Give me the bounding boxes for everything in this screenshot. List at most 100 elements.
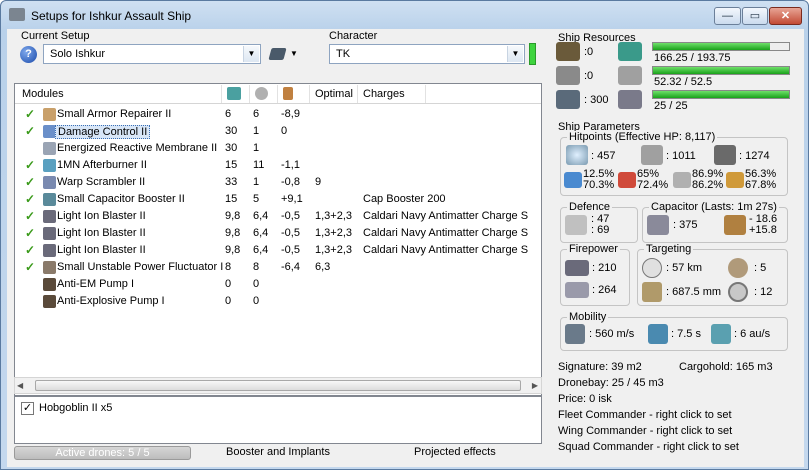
module-checkbox[interactable]: ✓	[25, 243, 35, 257]
sensor-strength-icon	[728, 282, 748, 302]
header-charges[interactable]: Charges	[363, 88, 405, 100]
scroll-right-icon[interactable]: ▶	[532, 381, 538, 390]
armor-icon	[641, 145, 663, 165]
drone-checkbox[interactable]: ✓	[21, 402, 34, 415]
module-name: Light Ion Blaster II	[57, 210, 146, 222]
maximize-button[interactable]: ▭	[742, 7, 768, 25]
module-row[interactable]: Energized Reactive Membrane II 30 1	[15, 140, 541, 157]
module-row[interactable]: ✓ Warp Scrambler II 33 1 -0,8 9	[15, 174, 541, 191]
turret-dps-icon	[565, 260, 589, 276]
module-row[interactable]: Anti-Explosive Pump I 0 0	[15, 293, 541, 310]
module-cpu: 0	[225, 295, 232, 307]
module-icon	[43, 108, 56, 121]
module-row[interactable]: ✓ Light Ion Blaster II 9,8 6,4 -0,5 1,3+2,3 Ca…	[15, 242, 541, 259]
volley-icon	[565, 282, 589, 298]
module-checkbox[interactable]: ✓	[25, 175, 35, 189]
module-checkbox[interactable]: ✓	[25, 192, 35, 206]
module-checkbox[interactable]: ✓	[25, 158, 35, 172]
module-name: Light Ion Blaster II	[57, 227, 146, 239]
window-title: Setups for Ishkur Assault Ship	[31, 9, 192, 23]
drone-item[interactable]: Hobgoblin II x5	[39, 402, 112, 414]
module-checkbox[interactable]: ✓	[25, 124, 35, 138]
explosive-resist: 56.3% 67.8%	[745, 169, 776, 191]
help-icon[interactable]: ?	[20, 46, 37, 63]
close-button[interactable]: ✕	[769, 7, 802, 25]
thermal-armor-resist: 72.4%	[637, 179, 669, 191]
module-checkbox[interactable]: ✓	[25, 209, 35, 223]
module-icon	[43, 295, 56, 308]
boosters-implants-tab[interactable]: Booster and Implants	[226, 446, 330, 458]
minimize-button[interactable]: —	[714, 7, 741, 25]
module-checkbox[interactable]: ✓	[25, 226, 35, 240]
header-optimal[interactable]: Optimal	[315, 88, 353, 100]
hitpoints-group: Hitpoints (Effective HP: 8,117) : 457 : …	[560, 131, 788, 196]
cpu-bar	[652, 42, 790, 51]
module-powergrid: 1	[253, 125, 260, 137]
kinetic-resist-icon	[673, 172, 691, 188]
squad-commander[interactable]: Squad Commander - right click to set	[558, 441, 739, 453]
character-select-value: TK	[336, 48, 351, 60]
targeting-title: Targeting	[644, 243, 694, 255]
armor-hp: : 1011	[666, 150, 696, 162]
em-resist: 12.5% 70.3%	[583, 169, 614, 191]
module-row[interactable]: ✓ Damage Control II 30 1 0	[15, 123, 541, 140]
defence-group: Defence : 47: 69	[560, 201, 638, 243]
module-powergrid: 0	[253, 278, 260, 290]
module-row[interactable]: Anti-EM Pump I 0 0	[15, 276, 541, 293]
modules-header: Modules Optimal Charges	[15, 84, 541, 104]
capacitor-delta: - 18.6 +15.8	[749, 214, 777, 236]
character-label: Character	[329, 30, 378, 42]
setup-tools-button[interactable]: ▼	[268, 46, 301, 63]
projected-effects-tab[interactable]: Projected effects	[414, 446, 496, 458]
module-capacitor: -0,5	[281, 210, 300, 222]
capacitor-recharge: +15.8	[749, 224, 777, 236]
module-row[interactable]: ✓ Small Unstable Power Fluctuator I 8 8 -6,4…	[15, 259, 541, 276]
character-select[interactable]: TK ▼	[329, 44, 525, 64]
client-area: Current Setup ? Solo Ishkur ▼ ▼ Characte…	[7, 29, 804, 467]
module-row[interactable]: ✓ Small Armor Repairer II 6 6 -8,9	[15, 106, 541, 123]
scroll-thumb[interactable]	[35, 380, 521, 391]
module-row[interactable]: ✓ Small Capacitor Booster II 15 5 +9,1 Cap Bo…	[15, 191, 541, 208]
max-targets: : 5	[754, 262, 767, 274]
module-cpu: 9,8	[225, 244, 241, 256]
thermal-resist: 65% 72.4%	[637, 169, 668, 191]
kinetic-armor-resist: 86.2%	[692, 179, 724, 191]
module-row[interactable]: ✓ Light Ion Blaster II 9,8 6,4 -0,5 1,3+2,3 Ca…	[15, 225, 541, 242]
module-icon	[43, 159, 56, 172]
horizontal-scrollbar[interactable]: ◀ ▶	[14, 377, 542, 394]
scroll-left-icon[interactable]: ◀	[17, 381, 23, 390]
module-name: Warp Scrambler II	[57, 176, 146, 188]
wing-commander[interactable]: Wing Commander - right click to set	[558, 425, 732, 437]
module-cpu: 8	[225, 261, 232, 273]
setup-select[interactable]: Solo Ishkur ▼	[43, 44, 261, 64]
module-powergrid: 5	[253, 193, 260, 205]
active-drones-bar: Active drones: 5 / 5	[14, 446, 191, 460]
volley-damage: : 264	[592, 284, 617, 296]
module-checkbox[interactable]: ✓	[25, 260, 35, 274]
header-modules[interactable]: Modules	[22, 88, 64, 100]
hull-hp: : 1274	[739, 150, 770, 162]
module-icon	[43, 142, 56, 155]
defence-value-2: : 69	[591, 224, 610, 236]
module-checkbox[interactable]: ✓	[25, 107, 35, 121]
module-capacitor: -0,5	[281, 244, 300, 256]
max-velocity: : 560 m/s	[589, 328, 635, 340]
module-name: Damage Control II	[55, 125, 151, 139]
module-name: Energized Reactive Membrane II	[57, 142, 218, 154]
module-cpu: 15	[225, 159, 238, 171]
firepower-group: Firepower : 210 : 264	[560, 243, 630, 306]
scan-resolution: : 687.5 mm	[666, 286, 722, 298]
module-cpu: 9,8	[225, 227, 241, 239]
turret-hardpoints-icon	[556, 42, 580, 61]
module-powergrid: 11	[253, 159, 265, 171]
calibration-value: : 300	[584, 94, 609, 106]
capacitor-group: Capacitor (Lasts: 1m 27s) : 375 - 18.6 +1…	[642, 201, 788, 243]
module-capacitor: -6,4	[281, 261, 300, 273]
dropdown-arrow-icon: ▼	[290, 49, 298, 58]
fleet-commander[interactable]: Fleet Commander - right click to set	[558, 409, 732, 421]
module-icon	[43, 244, 56, 257]
module-row[interactable]: ✓ Light Ion Blaster II 9,8 6,4 -0,5 1,3+2,3 Ca…	[15, 208, 541, 225]
module-icon	[43, 261, 56, 274]
module-name: Small Armor Repairer II	[57, 108, 172, 120]
module-row[interactable]: ✓ 1MN Afterburner II 15 11 -1,1	[15, 157, 541, 174]
